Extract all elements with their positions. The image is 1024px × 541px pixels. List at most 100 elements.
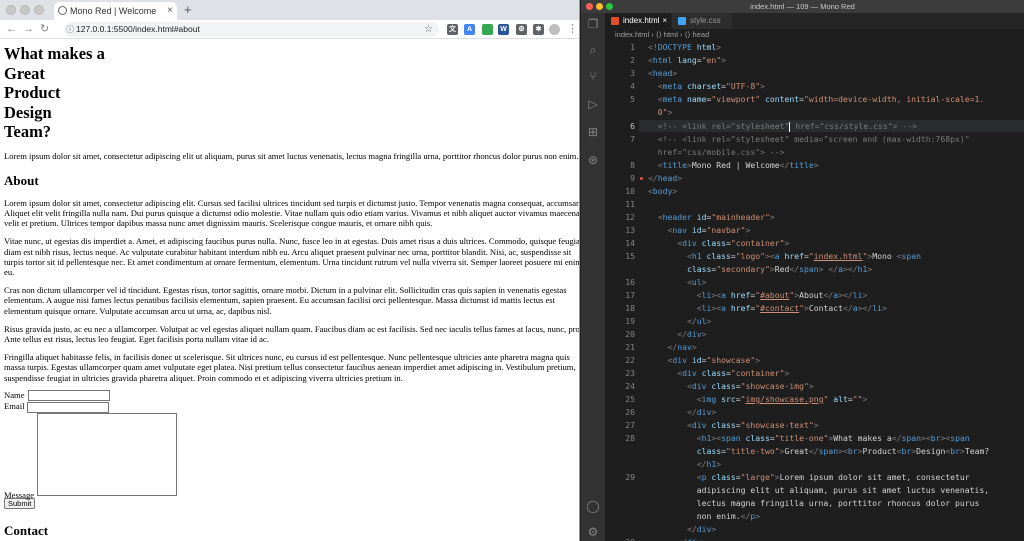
about-paragraph-line: Cras non dictum ullamcorper vel id tinci… [4, 285, 567, 296]
line-number: 16 [625, 277, 635, 287]
close-tab-icon[interactable]: × [167, 2, 173, 20]
puzzle-icon[interactable]: ✱ [533, 24, 544, 35]
remote-icon[interactable]: ⊛ [586, 153, 600, 167]
about-paragraph: Fringilla aliquet habitasse felis, in fa… [4, 352, 579, 383]
line-number: 11 [625, 199, 635, 209]
window-minimize-button[interactable] [20, 5, 30, 15]
hero-title-line: Great [4, 63, 45, 83]
about-paragraph-line: elementum quisque ornare. Vulputate accu… [4, 305, 272, 316]
source-control-icon[interactable]: ⑂ [586, 69, 600, 83]
line-number: 7 [630, 134, 635, 144]
about-paragraph: Cras non dictum ullamcorper vel id tinci… [4, 285, 579, 316]
back-arrow-icon[interactable]: ← [6, 22, 17, 36]
editor-maximize-button[interactable] [606, 3, 613, 10]
tab-label: style.css [690, 16, 721, 25]
explorer-icon[interactable]: ❐ [586, 17, 600, 31]
line-number: 20 [625, 329, 635, 339]
tab-style-css[interactable]: style.css [672, 13, 732, 29]
hero-title: What makes a Great Product Design Team? [4, 44, 579, 142]
line-number: 10 [625, 186, 635, 196]
browser-toolbar: ← → ↻ ⓘ 127.0.0.1:5500/index.html#about … [0, 20, 579, 39]
about-paragraph-line: diam est nibh risus, lectus neque. Ac vu… [4, 246, 572, 257]
a-icon[interactable]: A [464, 24, 475, 35]
editor-minimize-button[interactable] [596, 3, 603, 10]
message-textarea[interactable] [37, 412, 177, 496]
search-icon[interactable]: ⌕ [586, 43, 600, 57]
page-content: What makes a Great Product Design Team? Lore… [4, 44, 580, 541]
line-number: 27 [625, 420, 635, 430]
about-paragraph: Risus gravida justo, ac eu nec a ullamco… [4, 323, 580, 344]
message-label: Message [4, 489, 35, 500]
gear-icon[interactable]: ⚙ [516, 24, 527, 35]
line-number: 8 [630, 160, 635, 170]
about-section: Lorem ipsum dolor sit amet, consectetur … [4, 197, 580, 383]
hero-title-line: What makes a [4, 44, 105, 63]
menu-icon[interactable]: ⋮ [567, 22, 578, 36]
new-tab-button[interactable]: + [184, 1, 192, 19]
line-number: 4 [630, 81, 635, 91]
editor-window-title: index.html — 109 — Mono Red [750, 2, 855, 11]
about-paragraph-line: Risus gravida justo, ac eu nec a ullamco… [4, 323, 580, 334]
extensions-icon[interactable]: ⊞ [586, 125, 600, 139]
tab-index-html[interactable]: index.html × [605, 13, 671, 29]
about-paragraph-line: elementum. A augue nisi fames lectus pen… [4, 295, 556, 306]
about-paragraph-line: eu. [4, 266, 15, 277]
line-number: 19 [625, 316, 635, 326]
forward-arrow-icon[interactable]: → [23, 22, 34, 36]
about-paragraph: Lorem ipsum dolor sit amet, consectetur … [4, 197, 580, 229]
address-bar[interactable]: ⓘ 127.0.0.1:5500/index.html#about ☆ [64, 22, 439, 37]
info-icon[interactable]: ⓘ [66, 22, 74, 37]
name-label: Name [4, 389, 25, 400]
line-number: 13 [625, 225, 635, 235]
css-file-icon [678, 17, 686, 25]
html-file-icon [611, 17, 619, 25]
about-paragraph-line: Fringilla aliquet habitasse felis, in fa… [4, 352, 570, 363]
avatar-icon[interactable] [549, 24, 560, 35]
bookmark-star-icon[interactable]: ☆ [424, 22, 433, 37]
line-number: 29 [625, 472, 635, 482]
activity-bar: ❐ ⌕ ⑂ ▷ ⊞ ⊛ ◯ ⚙ [581, 13, 605, 541]
close-tab-icon[interactable]: × [662, 13, 667, 29]
translate-icon[interactable]: 文 [447, 24, 458, 35]
about-paragraph-line: velit et pretium. Ultrices tempor dapibu… [4, 218, 433, 229]
reload-icon[interactable]: ↻ [40, 22, 49, 36]
editor-title-bar: index.html — 109 — Mono Red [581, 0, 1024, 13]
browser-window: Mono Red | Welcome × + ← → ↻ ⓘ 127.0.0.1… [0, 0, 580, 541]
window-close-button[interactable] [6, 5, 16, 15]
line-number: 1 [630, 42, 635, 52]
line-number: 30 [605, 537, 635, 541]
email-input[interactable] [26, 401, 109, 413]
line-number: 25 [625, 394, 635, 404]
about-heading: About [4, 172, 39, 188]
line-number: 17 [625, 290, 635, 300]
contact-heading: Contact [4, 522, 49, 538]
about-paragraph-line: Lorem ipsum dolor sit amet, consectetur … [4, 197, 580, 208]
browser-tab-title: Mono Red | Welcome [70, 6, 157, 16]
window-maximize-button[interactable] [34, 5, 44, 15]
breadcrumb[interactable]: index.html › ⟨⟩ html › ⟨⟩ head [605, 29, 1024, 41]
w-icon[interactable]: W [498, 24, 509, 35]
about-paragraph-line: Aliquet elit velit fringilla nulla nam. … [4, 207, 580, 218]
name-input[interactable] [27, 390, 110, 402]
hero-title-line: Design [4, 102, 52, 122]
about-paragraph-line: massa turpis. Egestas ullamcorper quam a… [4, 362, 576, 373]
tab-label: index.html [623, 16, 660, 25]
browser-tab-active[interactable]: Mono Red | Welcome × [54, 2, 177, 20]
settings-gear-icon[interactable]: ⚙ [586, 525, 600, 539]
editor-close-button[interactable] [586, 3, 593, 10]
about-paragraph-line: turpis tortor sit id pellentesque nec. E… [4, 256, 580, 267]
email-label: Email [4, 401, 25, 412]
account-icon[interactable]: ◯ [586, 499, 600, 513]
breadcrumb-text: index.html › ⟨⟩ html › ⟨⟩ head [615, 30, 710, 39]
about-paragraph-line: Ante tellus est risus, lectus leo feugia… [4, 333, 269, 344]
line-number: 3 [630, 68, 635, 78]
line-number: 14 [625, 238, 635, 248]
green-ext-icon[interactable] [482, 24, 493, 35]
line-number: 9 [630, 173, 635, 183]
code-area[interactable]: 1 2 3 4 5 6 7 8 9 10 11 12 13 14 15 16 17 18 19 20 21 22 23 24 2… [605, 42, 1024, 541]
run-debug-icon[interactable]: ▷ [586, 97, 600, 111]
address-bar-url: 127.0.0.1:5500/index.html#about [76, 24, 200, 34]
line-number: 12 [625, 212, 635, 222]
line-number: 23 [625, 368, 635, 378]
hero-text: Lorem ipsum dolor sit amet, consectetur … [4, 150, 579, 161]
